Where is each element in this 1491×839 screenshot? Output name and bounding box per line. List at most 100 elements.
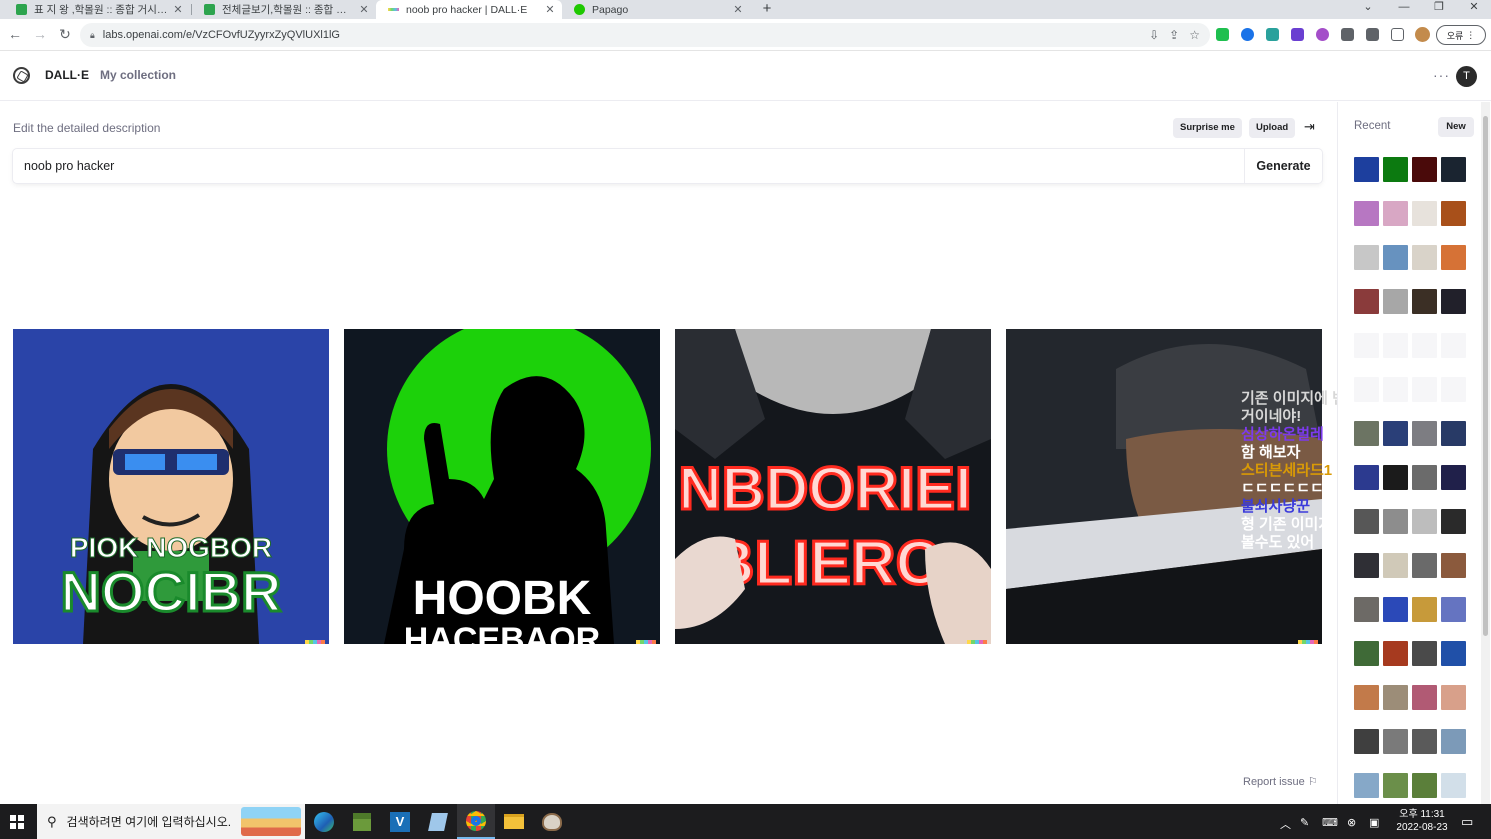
recent-thumbnail[interactable]: [1441, 641, 1466, 666]
recent-thumbnail[interactable]: [1441, 333, 1466, 358]
new-button[interactable]: New: [1438, 117, 1474, 137]
extension-purple-icon[interactable]: [1316, 28, 1329, 41]
recent-thumbnail[interactable]: [1441, 421, 1466, 446]
recent-thumbnail[interactable]: [1354, 553, 1379, 578]
recent-thumbnail[interactable]: [1412, 465, 1437, 490]
minecraft-icon[interactable]: [343, 804, 381, 839]
recent-thumbnail[interactable]: [1412, 333, 1437, 358]
recent-thumbnail[interactable]: [1354, 201, 1379, 226]
recent-thumbnail[interactable]: [1354, 377, 1379, 402]
recent-thumbnail[interactable]: [1354, 509, 1379, 534]
report-issue-link[interactable]: Report issue ⚐: [1243, 775, 1318, 788]
recent-thumbnail[interactable]: [1412, 553, 1437, 578]
extension-v-icon[interactable]: [1291, 28, 1304, 41]
keyboard-icon[interactable]: ⌨: [1322, 816, 1338, 829]
tab-search-icon[interactable]: ⌄: [1353, 0, 1383, 19]
share-icon[interactable]: ⇪: [1169, 28, 1179, 42]
recent-thumbnail[interactable]: [1354, 289, 1379, 314]
recent-thumbnail[interactable]: [1383, 553, 1408, 578]
recent-thumbnail[interactable]: [1383, 245, 1408, 270]
recent-thumbnail[interactable]: [1354, 597, 1379, 622]
install-app-icon[interactable]: ⇩: [1149, 28, 1159, 42]
close-icon[interactable]: ✕: [732, 3, 744, 16]
user-avatar[interactable]: T: [1456, 66, 1477, 87]
recent-thumbnail[interactable]: [1383, 641, 1408, 666]
extension-blue-icon[interactable]: [1241, 28, 1254, 41]
ime-icon[interactable]: ▣: [1369, 816, 1379, 829]
visual-studio-icon[interactable]: V: [381, 804, 419, 839]
recent-thumbnail[interactable]: [1354, 773, 1379, 798]
recent-thumbnail[interactable]: [1354, 245, 1379, 270]
recent-thumbnail[interactable]: [1354, 157, 1379, 182]
windows-start-icon[interactable]: [10, 815, 24, 829]
recent-thumbnail[interactable]: [1441, 465, 1466, 490]
recent-thumbnail[interactable]: [1383, 157, 1408, 182]
taskbar-search-box[interactable]: ⚲ 검색하려면 여기에 입력하십시오.: [37, 804, 305, 839]
edge-icon[interactable]: [305, 804, 343, 839]
recent-thumbnail[interactable]: [1412, 245, 1437, 270]
recent-thumbnail[interactable]: [1383, 201, 1408, 226]
recent-thumbnail[interactable]: [1412, 597, 1437, 622]
show-hidden-icons-icon[interactable]: ︿: [1280, 816, 1291, 832]
recent-thumbnail[interactable]: [1383, 465, 1408, 490]
recent-thumbnail[interactable]: [1383, 509, 1408, 534]
browser-tab-1[interactable]: 표 지 왕 ,학몰원 :: 종합 거시기 :: ✕: [4, 0, 190, 19]
notes-app-icon[interactable]: [419, 804, 457, 839]
profile-avatar-icon[interactable]: [1415, 27, 1430, 42]
recent-thumbnail[interactable]: [1412, 641, 1437, 666]
recent-thumbnail[interactable]: [1412, 421, 1437, 446]
recent-thumbnail[interactable]: [1383, 377, 1408, 402]
profile-error-button[interactable]: 오류 ⋮: [1436, 25, 1486, 45]
close-icon[interactable]: ✕: [172, 3, 184, 16]
recent-thumbnail[interactable]: [1441, 377, 1466, 402]
recent-thumbnail[interactable]: [1354, 685, 1379, 710]
surprise-me-button[interactable]: Surprise me: [1173, 118, 1242, 138]
prompt-input[interactable]: [13, 149, 1243, 183]
recent-thumbnail[interactable]: [1412, 509, 1437, 534]
back-arrow-icon[interactable]: ←: [5, 25, 25, 45]
browser-tab-4[interactable]: Papago ✕: [562, 0, 750, 19]
mute-icon[interactable]: ⊗: [1347, 816, 1356, 829]
address-bar[interactable]: 🔒︎ labs.openai.com/e/VzCFOvfUZyyrxZyQVlU…: [80, 23, 1210, 47]
sidebar-scrollbar[interactable]: [1481, 102, 1490, 804]
recent-thumbnail[interactable]: [1383, 333, 1408, 358]
chrome-icon[interactable]: [457, 804, 495, 839]
recent-thumbnail[interactable]: [1412, 157, 1437, 182]
extension-green-icon[interactable]: [1216, 28, 1229, 41]
scrollbar-thumb[interactable]: [1483, 116, 1488, 636]
extension-info-icon[interactable]: [1341, 28, 1354, 41]
recent-thumbnail[interactable]: [1441, 729, 1466, 754]
reload-icon[interactable]: ↻: [55, 25, 75, 45]
recent-thumbnail[interactable]: [1441, 289, 1466, 314]
paint-app-icon[interactable]: [533, 804, 571, 839]
openai-logo-icon[interactable]: [13, 67, 30, 84]
recent-thumbnail[interactable]: [1354, 465, 1379, 490]
extensions-puzzle-icon[interactable]: [1366, 28, 1379, 41]
recent-thumbnail[interactable]: [1412, 201, 1437, 226]
recent-thumbnail[interactable]: [1441, 509, 1466, 534]
close-icon[interactable]: ✕: [358, 3, 370, 16]
recent-thumbnail[interactable]: [1412, 685, 1437, 710]
close-icon[interactable]: ✕: [544, 3, 556, 16]
recent-thumbnail[interactable]: [1412, 377, 1437, 402]
more-options-icon[interactable]: ···: [1433, 67, 1450, 83]
recent-thumbnail[interactable]: [1354, 641, 1379, 666]
restore-icon[interactable]: ❐: [1424, 0, 1454, 19]
recent-thumbnail[interactable]: [1441, 597, 1466, 622]
generated-image-2[interactable]: HOOBK HACEBAOR: [344, 329, 660, 644]
my-collection-link[interactable]: My collection: [100, 68, 176, 82]
recent-thumbnail[interactable]: [1412, 773, 1437, 798]
minimize-icon[interactable]: —: [1389, 0, 1419, 19]
extension-teal-icon[interactable]: [1266, 28, 1279, 41]
recent-thumbnail[interactable]: [1441, 773, 1466, 798]
taskbar-clock[interactable]: 오후 11:31 2022-08-23: [1392, 808, 1452, 834]
upload-button[interactable]: Upload: [1249, 118, 1296, 138]
forward-arrow-icon[interactable]: →: [30, 25, 50, 45]
notifications-icon[interactable]: ▭: [1461, 814, 1473, 830]
generated-image-3[interactable]: NBDORIEI BLIERC: [675, 329, 991, 644]
recent-thumbnail[interactable]: [1383, 597, 1408, 622]
recent-thumbnail[interactable]: [1354, 333, 1379, 358]
side-panel-icon[interactable]: [1391, 28, 1404, 41]
generate-button[interactable]: Generate: [1244, 149, 1322, 183]
window-close-icon[interactable]: ✕: [1459, 0, 1489, 19]
